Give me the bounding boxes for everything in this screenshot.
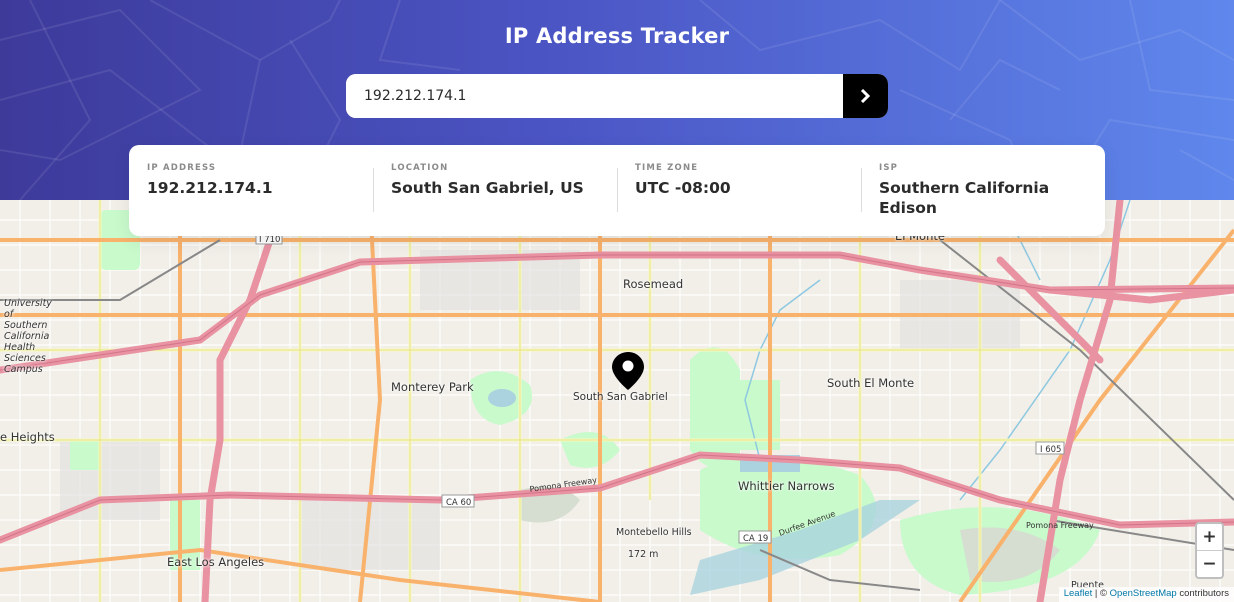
zoom-out-button[interactable]: −	[1197, 550, 1222, 576]
place-label-south-san-gabriel: South San Gabriel	[573, 391, 668, 403]
ip-info-card: IP ADDRESS 192.212.174.1 LOCATION South …	[129, 145, 1105, 236]
page-title: IP Address Tracker	[504, 24, 730, 48]
chevron-right-icon	[860, 89, 871, 103]
map-attribution: Leaflet | © OpenStreetMap contributors	[1058, 587, 1234, 602]
pomona-freeway-label-east: Pomona Freeway	[1026, 521, 1094, 530]
location-value: South San Gabriel, US	[391, 179, 584, 197]
leaflet-link[interactable]: Leaflet	[1064, 588, 1093, 599]
timezone-section: TIME ZONE UTC -08:00	[617, 145, 861, 236]
place-label-heights: e Heights	[0, 430, 55, 444]
i605-shield: I 605	[1040, 445, 1061, 455]
ip-search-form	[346, 74, 888, 118]
place-label-whittier-narrows: Whittier Narrows	[738, 479, 835, 493]
i710-shield: I 710	[259, 235, 280, 245]
ca60-shield: CA 60	[446, 498, 471, 508]
timezone-label: TIME ZONE	[635, 163, 699, 173]
ip-address-label: IP ADDRESS	[147, 163, 217, 173]
location-pin-icon[interactable]	[612, 352, 644, 390]
isp-value: Southern California Edison	[879, 179, 1050, 217]
place-label-montebello-hills: Montebello Hills	[616, 527, 692, 538]
place-label-south-el-monte: South El Monte	[827, 376, 915, 390]
place-label-monterey-park: Monterey Park	[391, 380, 474, 394]
ip-address-value: 192.212.174.1	[147, 179, 273, 197]
place-label-rosemead: Rosemead	[623, 277, 684, 291]
ip-address-section: IP ADDRESS 192.212.174.1	[129, 145, 373, 236]
location-section: LOCATION South San Gabriel, US	[373, 145, 617, 236]
zoom-control: + −	[1195, 522, 1224, 579]
ip-search-input[interactable]	[346, 74, 843, 118]
attribution-separator: | ©	[1092, 588, 1110, 599]
zoom-in-button[interactable]: +	[1197, 524, 1222, 550]
map-view[interactable]: CA 60 CA 19 I 605 I 710 Pomona Freeway P…	[0, 200, 1234, 602]
place-label-montebello-height: 172 m	[628, 549, 659, 560]
timezone-value: UTC -08:00	[635, 179, 731, 197]
location-label: LOCATION	[391, 163, 449, 173]
place-label-east-los-angeles: East Los Angeles	[167, 555, 265, 569]
openstreetmap-link[interactable]: OpenStreetMap	[1110, 588, 1177, 599]
ca19-shield: CA 19	[743, 534, 768, 544]
isp-label: ISP	[879, 163, 899, 173]
place-label-usc: University of Southern California Health…	[4, 298, 52, 375]
isp-section: ISP Southern California Edison	[861, 145, 1105, 236]
attribution-suffix: contributors	[1176, 588, 1229, 599]
search-submit-button[interactable]	[843, 74, 888, 118]
